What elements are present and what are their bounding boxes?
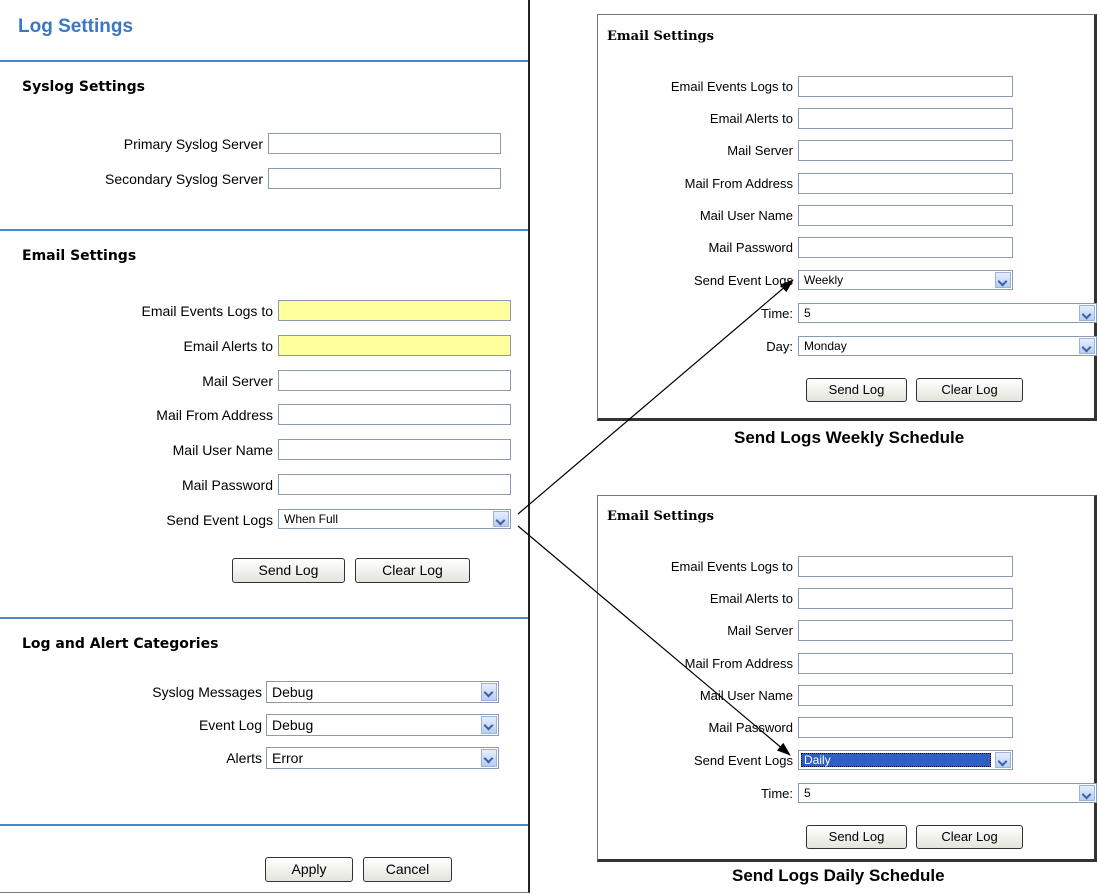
mail-server-label: Mail Server [202, 373, 273, 389]
weekly-email-alerts-input[interactable] [798, 108, 1013, 129]
daily-send-event-logs-select[interactable]: Daily [798, 750, 1013, 770]
email-section-title: Email Settings [22, 248, 137, 264]
weekly-send-log-button[interactable]: Send Log [806, 378, 907, 402]
divider [0, 617, 528, 619]
daily-time-select[interactable]: 5 [798, 783, 1097, 803]
daily-mail-password-label: Mail Password [708, 720, 793, 735]
chevron-down-icon[interactable] [995, 752, 1011, 768]
mail-from-input[interactable] [278, 404, 511, 425]
weekly-clear-log-button[interactable]: Clear Log [916, 378, 1023, 402]
daily-mail-from-input[interactable] [798, 653, 1013, 674]
syslog-messages-value: Debug [272, 684, 314, 700]
chevron-down-icon[interactable] [1079, 785, 1095, 801]
daily-email-alerts-input[interactable] [798, 588, 1013, 609]
daily-email-events-label: Email Events Logs to [670, 559, 793, 574]
weekly-email-events-label: Email Events Logs to [670, 79, 793, 94]
daily-panel-title: Email Settings [607, 509, 714, 524]
chevron-down-icon[interactable] [995, 272, 1011, 288]
send-event-logs-select[interactable]: When Full [278, 509, 511, 529]
chevron-down-icon[interactable] [493, 511, 509, 527]
weekly-mail-password-label: Mail Password [708, 240, 793, 255]
chevron-down-icon[interactable] [1079, 338, 1095, 354]
weekly-mail-password-input[interactable] [798, 237, 1013, 258]
apply-button[interactable]: Apply [265, 857, 353, 882]
syslog-messages-select[interactable]: Debug [266, 681, 499, 703]
weekly-time-value: 5 [804, 306, 811, 320]
divider [0, 60, 528, 62]
secondary-syslog-label: Secondary Syslog Server [105, 171, 263, 187]
clear-log-button[interactable]: Clear Log [355, 558, 470, 583]
alerts-select[interactable]: Error [266, 747, 499, 769]
divider [0, 824, 528, 826]
mail-user-input[interactable] [278, 439, 511, 460]
weekly-mail-user-input[interactable] [798, 205, 1013, 226]
daily-mail-password-input[interactable] [798, 717, 1013, 738]
weekly-time-label: Time: [760, 306, 793, 321]
daily-email-events-input[interactable] [798, 556, 1013, 577]
weekly-send-event-logs-select[interactable]: Weekly [798, 270, 1013, 290]
email-alerts-label: Email Alerts to [183, 338, 273, 354]
daily-clear-log-button[interactable]: Clear Log [916, 825, 1023, 849]
alerts-value: Error [272, 750, 304, 766]
weekly-day-value: Monday [804, 339, 847, 353]
weekly-day-label: Day: [766, 339, 793, 354]
primary-syslog-label: Primary Syslog Server [123, 136, 263, 152]
weekly-mail-from-input[interactable] [798, 173, 1013, 194]
daily-email-alerts-label: Email Alerts to [709, 591, 793, 606]
alerts-label: Alerts [226, 750, 262, 766]
mail-server-input[interactable] [278, 370, 511, 391]
send-log-button[interactable]: Send Log [232, 558, 345, 583]
weekly-day-select[interactable]: Monday [798, 336, 1097, 356]
secondary-syslog-input[interactable] [268, 168, 501, 189]
daily-send-event-logs-label: Send Event Logs [693, 753, 793, 768]
daily-time-label: Time: [760, 786, 793, 801]
daily-mail-server-input[interactable] [798, 620, 1013, 641]
daily-mail-from-label: Mail From Address [684, 656, 793, 671]
daily-mail-server-label: Mail Server [727, 623, 793, 638]
email-events-input[interactable] [278, 300, 511, 321]
weekly-send-event-logs-value: Weekly [804, 273, 844, 287]
send-event-logs-label: Send Event Logs [166, 512, 273, 528]
cancel-button[interactable]: Cancel [363, 857, 452, 882]
weekly-panel-title: Email Settings [607, 29, 714, 44]
primary-syslog-input[interactable] [268, 133, 501, 154]
daily-caption: Send Logs Daily Schedule [732, 866, 945, 885]
mail-password-input[interactable] [278, 474, 511, 495]
weekly-email-events-input[interactable] [798, 76, 1013, 97]
chevron-down-icon[interactable] [481, 683, 497, 701]
categories-section-title: Log and Alert Categories [22, 636, 219, 652]
daily-mail-user-input[interactable] [798, 685, 1013, 706]
email-events-label: Email Events Logs to [141, 303, 273, 319]
weekly-email-alerts-label: Email Alerts to [709, 111, 793, 126]
daily-send-log-button[interactable]: Send Log [806, 825, 907, 849]
weekly-mail-server-label: Mail Server [727, 143, 793, 158]
weekly-caption: Send Logs Weekly Schedule [734, 428, 965, 447]
weekly-mail-from-label: Mail From Address [684, 176, 793, 191]
syslog-messages-label: Syslog Messages [152, 684, 262, 700]
daily-send-event-logs-value: Daily [804, 753, 831, 767]
event-log-value: Debug [272, 717, 314, 733]
daily-mail-user-label: Mail User Name [699, 688, 793, 703]
mail-user-label: Mail User Name [172, 442, 273, 458]
weekly-send-event-logs-label: Send Event Logs [693, 273, 793, 288]
mail-from-label: Mail From Address [156, 407, 273, 423]
chevron-down-icon[interactable] [481, 749, 497, 767]
daily-email-settings-panel [597, 495, 1097, 862]
event-log-label: Event Log [198, 717, 262, 733]
event-log-select[interactable]: Debug [266, 714, 499, 736]
mail-password-label: Mail Password [181, 477, 273, 493]
page-title: Log Settings [18, 16, 134, 37]
send-event-logs-value: When Full [284, 512, 339, 526]
divider [0, 229, 528, 231]
email-alerts-input[interactable] [278, 335, 511, 356]
daily-time-value: 5 [804, 786, 811, 800]
weekly-mail-server-input[interactable] [798, 140, 1013, 161]
weekly-mail-user-label: Mail User Name [699, 208, 793, 223]
chevron-down-icon[interactable] [1079, 305, 1095, 321]
syslog-section-title: Syslog Settings [22, 79, 145, 95]
weekly-time-select[interactable]: 5 [798, 303, 1097, 323]
chevron-down-icon[interactable] [481, 716, 497, 734]
